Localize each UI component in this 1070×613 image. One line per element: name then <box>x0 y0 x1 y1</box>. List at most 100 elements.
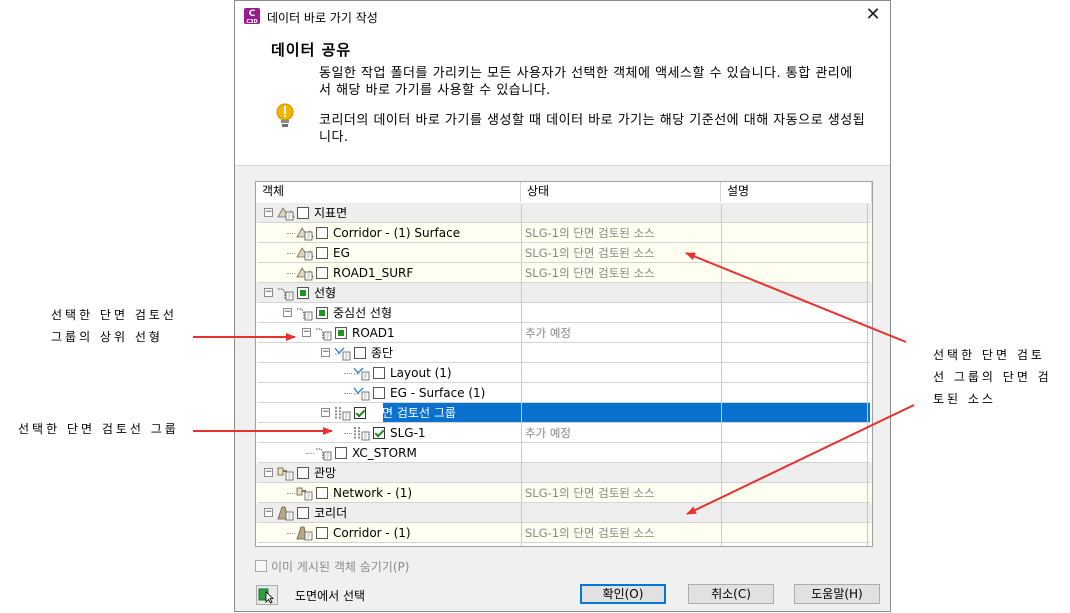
description-cell[interactable] <box>725 203 865 223</box>
row-checkbox[interactable] <box>316 307 328 319</box>
tree-row[interactable]: ROAD1_SURF SLG-1의 단면 검토된 소스 <box>256 263 872 283</box>
cancel-button[interactable]: 취소(C) <box>688 584 774 604</box>
description-cell[interactable] <box>725 403 865 423</box>
description-cell[interactable] <box>725 483 865 503</box>
tree-row[interactable]: Network - (1) SLG-1의 단면 검토된 소스 <box>256 483 872 503</box>
description-cell[interactable] <box>725 503 865 523</box>
tree-item-label: 코리더 <box>314 506 348 520</box>
select-from-drawing-button[interactable] <box>256 585 278 605</box>
hide-published-label: 이미 게시된 객체 숨기기(P) <box>271 560 410 574</box>
close-icon[interactable]: ✕ <box>864 6 882 24</box>
status-cell: SLG-1의 단면 검토된 소스 <box>525 246 655 260</box>
description-cell[interactable] <box>725 343 865 363</box>
row-checkbox[interactable] <box>373 387 385 399</box>
tree-connector <box>344 373 352 374</box>
row-checkbox[interactable] <box>316 487 328 499</box>
object-tree[interactable]: 객체 상태 설명 − 지표면 Corridor - (1) Surface SLG-1… <box>255 181 873 547</box>
tree-item-label: ROAD1_SURF <box>333 266 414 280</box>
tree-row[interactable]: Layout (1) <box>256 363 872 383</box>
alignment-icon <box>296 305 314 321</box>
row-checkbox[interactable] <box>297 287 309 299</box>
description-cell[interactable] <box>725 363 865 383</box>
description-cell[interactable] <box>725 303 865 323</box>
tree-item-label: 관망 <box>314 466 337 480</box>
window-title: 데이터 바로 가기 작성 <box>267 11 378 25</box>
tree-row[interactable]: EG - Surface (1) <box>256 383 872 403</box>
tree-row[interactable]: EG SLG-1의 단면 검토된 소스 <box>256 243 872 263</box>
help-button[interactable]: 도움말(H) <box>794 584 880 604</box>
description-cell[interactable] <box>725 463 865 483</box>
collapse-toggle[interactable]: − <box>264 508 273 517</box>
annotation-sampled-sources: 선택한 단면 검토 선 그룹의 단면 검 토된 소스 <box>933 344 1052 410</box>
tree-connector <box>287 273 295 274</box>
description-cell[interactable] <box>725 523 865 543</box>
sample-line-group-icon <box>334 405 352 421</box>
row-checkbox[interactable] <box>297 207 309 219</box>
row-checkbox[interactable] <box>316 227 328 239</box>
collapse-toggle[interactable]: − <box>321 348 330 357</box>
row-checkbox[interactable] <box>354 347 366 359</box>
tree-connector <box>306 453 314 454</box>
profile-icon <box>353 365 371 381</box>
collapse-toggle[interactable]: − <box>302 328 311 337</box>
annotation-line: 토된 소스 <box>933 392 996 406</box>
tree-item-label: 중심선 선형 <box>333 306 393 320</box>
description-cell[interactable] <box>725 263 865 283</box>
row-checkbox[interactable] <box>335 327 347 339</box>
tree-row[interactable]: Corridor - (1) SLG-1의 단면 검토된 소스 <box>256 523 872 543</box>
collapse-toggle[interactable]: − <box>283 308 292 317</box>
status-cell: SLG-1의 단면 검토된 소스 <box>525 486 655 500</box>
row-checkbox[interactable] <box>297 467 309 479</box>
surface-icon <box>277 205 295 221</box>
ok-button[interactable]: 확인(O) <box>580 584 666 604</box>
tree-row[interactable]: SLG-1 추가 예정 <box>256 423 872 443</box>
collapse-toggle[interactable]: − <box>264 468 273 477</box>
tree-group-row[interactable]: − 선형 <box>256 283 872 303</box>
civil3d-app-icon: C C3D <box>244 8 260 25</box>
row-checkbox[interactable] <box>316 247 328 259</box>
pipe-network-icon <box>277 465 295 481</box>
tree-group-row[interactable]: − 코리더 <box>256 503 872 523</box>
tree-group-row[interactable]: − 관망 <box>256 463 872 483</box>
description-cell[interactable] <box>725 223 865 243</box>
row-checkbox[interactable] <box>335 447 347 459</box>
tree-connector <box>287 493 295 494</box>
annotation-line: 선택한 단면 검토선 그룹 <box>18 422 179 436</box>
row-checkbox[interactable] <box>373 367 385 379</box>
description-cell[interactable] <box>725 323 865 343</box>
description-cell[interactable] <box>725 243 865 263</box>
row-checkbox[interactable] <box>354 407 366 419</box>
description-cell[interactable] <box>725 443 865 463</box>
tree-row[interactable]: − ROAD1 추가 예정 <box>256 323 872 343</box>
create-data-shortcuts-dialog: C C3D 데이터 바로 가기 작성 ✕ 데이터 공유 동일한 작업 폴더를 가리… <box>234 0 891 612</box>
collapse-toggle[interactable]: − <box>321 408 330 417</box>
column-header-description[interactable]: 설명 <box>721 182 872 202</box>
checkbox-box[interactable] <box>255 560 267 572</box>
profile-icon <box>334 345 352 361</box>
tree-row[interactable]: − 중심선 선형 <box>256 303 872 323</box>
tree-connector <box>287 533 295 534</box>
column-header-object[interactable]: 객체 <box>256 182 521 202</box>
tree-item-label: 단면 검토선 그룹 <box>371 406 456 420</box>
tree-connector <box>287 253 295 254</box>
tree-row[interactable]: − 단면 검토선 그룹 <box>256 403 872 423</box>
description-cell[interactable] <box>725 423 865 443</box>
tree-row[interactable]: − 종단 <box>256 343 872 363</box>
title-bar: C C3D 데이터 바로 가기 작성 ✕ <box>235 1 890 31</box>
tree-row[interactable]: Corridor - (1) Surface SLG-1의 단면 검토된 소스 <box>256 223 872 243</box>
header-panel: 데이터 공유 동일한 작업 폴더를 가리키는 모든 사용자가 선택한 객체에 액… <box>235 31 890 166</box>
row-checkbox[interactable] <box>316 267 328 279</box>
row-checkbox[interactable] <box>316 527 328 539</box>
pipe-network-icon <box>296 485 314 501</box>
collapse-toggle[interactable]: − <box>264 208 273 217</box>
description-cell[interactable] <box>725 383 865 403</box>
tree-row[interactable]: XC_STORM <box>256 443 872 463</box>
tree-item-label: Corridor - (1) Surface <box>333 226 461 240</box>
tree-connector <box>344 393 352 394</box>
tree-group-row[interactable]: − 지표면 <box>256 203 872 223</box>
row-checkbox[interactable] <box>373 427 385 439</box>
description-cell[interactable] <box>725 283 865 303</box>
row-checkbox[interactable] <box>297 507 309 519</box>
column-header-status[interactable]: 상태 <box>521 182 721 202</box>
collapse-toggle[interactable]: − <box>264 288 273 297</box>
